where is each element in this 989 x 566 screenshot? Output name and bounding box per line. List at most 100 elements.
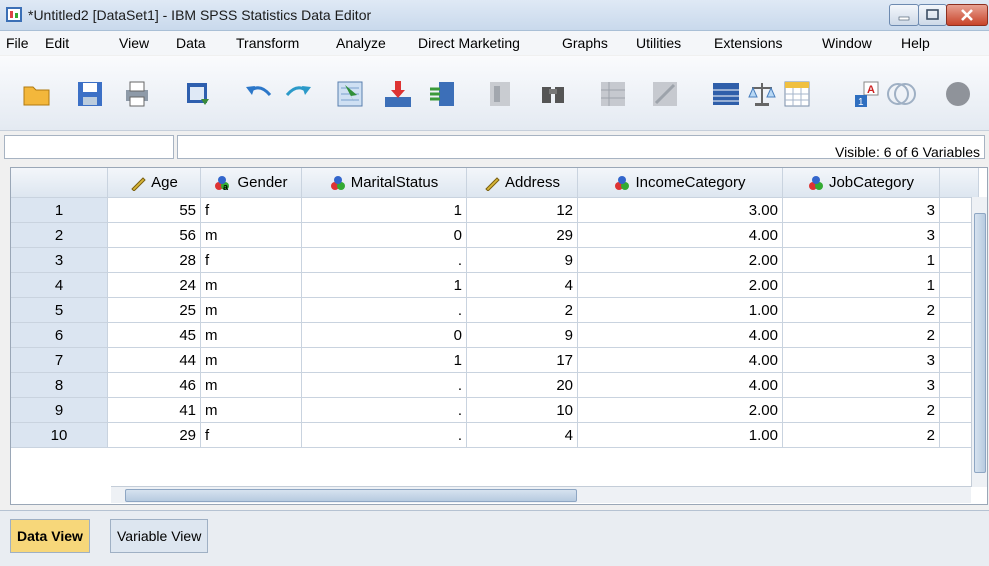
open-folder-icon[interactable]	[22, 79, 52, 109]
menu-transform[interactable]: Transform	[236, 35, 299, 51]
menu-data[interactable]: Data	[176, 35, 206, 51]
data-cell[interactable]: 12	[466, 197, 578, 223]
data-cell[interactable]: 2	[782, 422, 940, 448]
data-cell[interactable]: 2	[782, 322, 940, 348]
data-cell[interactable]: 2.00	[577, 247, 783, 273]
menu-analyze[interactable]: Analyze	[336, 35, 386, 51]
data-cell[interactable]: 3.00	[577, 197, 783, 223]
data-cell[interactable]: m	[200, 397, 302, 423]
tab-variable-view[interactable]: Variable View	[110, 519, 209, 553]
row-header[interactable]: 7	[11, 347, 108, 373]
data-cell[interactable]: 45	[107, 322, 201, 348]
row-header[interactable]: 3	[11, 247, 108, 273]
data-cell[interactable]: 4.00	[577, 222, 783, 248]
data-cell[interactable]: 2.00	[577, 272, 783, 298]
horizontal-scroll-thumb[interactable]	[125, 489, 577, 502]
row-header[interactable]: 2	[11, 222, 108, 248]
data-cell[interactable]: 2	[466, 297, 578, 323]
data-cell[interactable]: 4	[466, 272, 578, 298]
data-cell[interactable]: f	[200, 247, 302, 273]
variables-icon[interactable]	[427, 79, 457, 109]
select-cases-icon[interactable]	[782, 79, 812, 109]
data-cell[interactable]: 1	[301, 272, 467, 298]
data-cell[interactable]: 2	[782, 397, 940, 423]
print-icon[interactable]	[122, 79, 152, 109]
data-cell[interactable]: f	[200, 422, 302, 448]
data-cell[interactable]: m	[200, 297, 302, 323]
maximize-button[interactable]	[918, 4, 947, 26]
horizontal-scrollbar[interactable]	[111, 486, 971, 503]
menu-utilities[interactable]: Utilities	[636, 35, 681, 51]
menu-graphs[interactable]: Graphs	[562, 35, 608, 51]
menu-edit[interactable]: Edit	[45, 35, 69, 51]
data-cell[interactable]: 20	[466, 372, 578, 398]
minimize-button[interactable]	[889, 4, 919, 26]
data-cell[interactable]: 4.00	[577, 347, 783, 373]
menu-direct-marketing[interactable]: Direct Marketing	[418, 35, 520, 51]
data-cell[interactable]: 1.00	[577, 297, 783, 323]
split-file-icon[interactable]	[711, 79, 741, 109]
data-cell[interactable]: m	[200, 372, 302, 398]
data-cell[interactable]: 0	[301, 222, 467, 248]
menu-view[interactable]: View	[119, 35, 149, 51]
data-cell[interactable]: 4	[466, 422, 578, 448]
data-cell[interactable]: 24	[107, 272, 201, 298]
data-cell[interactable]: 4.00	[577, 322, 783, 348]
column-header-address[interactable]: Address	[466, 168, 578, 198]
data-cell[interactable]: 29	[107, 422, 201, 448]
data-cell[interactable]: m	[200, 222, 302, 248]
data-cell[interactable]: .	[301, 247, 467, 273]
row-header[interactable]: 5	[11, 297, 108, 323]
value-labels-icon[interactable]: A1	[852, 79, 882, 109]
data-cell[interactable]: 25	[107, 297, 201, 323]
weight-cases-icon[interactable]	[747, 79, 777, 109]
use-variable-sets-icon[interactable]	[886, 79, 916, 109]
data-cell[interactable]: m	[200, 347, 302, 373]
data-cell[interactable]: 3	[782, 347, 940, 373]
row-header[interactable]: 10	[11, 422, 108, 448]
vertical-scrollbar[interactable]	[971, 197, 987, 487]
row-header[interactable]: 1	[11, 197, 108, 223]
menu-window[interactable]: Window	[822, 35, 872, 51]
data-cell[interactable]: 3	[782, 197, 940, 223]
data-cell[interactable]: 17	[466, 347, 578, 373]
cell-value-field[interactable]: Visible: 6 of 6 Variables	[177, 135, 985, 160]
row-header[interactable]: 6	[11, 322, 108, 348]
data-cell[interactable]: .	[301, 397, 467, 423]
undo-icon[interactable]	[244, 79, 274, 109]
data-cell[interactable]: .	[301, 372, 467, 398]
column-header-var[interactable]	[939, 168, 979, 198]
corner-header[interactable]	[11, 168, 108, 198]
data-cell[interactable]: 55	[107, 197, 201, 223]
save-icon[interactable]	[75, 79, 105, 109]
data-cell[interactable]: .	[301, 297, 467, 323]
find-binoculars-icon[interactable]	[538, 79, 568, 109]
data-cell[interactable]: m	[200, 322, 302, 348]
data-cell[interactable]: 9	[466, 247, 578, 273]
close-button[interactable]	[946, 4, 988, 26]
data-cell[interactable]: 1.00	[577, 422, 783, 448]
column-header-maritalstatus[interactable]: MaritalStatus	[301, 168, 467, 198]
data-cell[interactable]: 1	[782, 247, 940, 273]
data-cell[interactable]: 1	[301, 197, 467, 223]
menu-help[interactable]: Help	[901, 35, 930, 51]
goto-case-icon[interactable]	[335, 79, 365, 109]
data-cell[interactable]: 2	[782, 297, 940, 323]
show-all-variables-icon[interactable]	[944, 79, 974, 109]
data-cell[interactable]: 3	[782, 222, 940, 248]
data-cell[interactable]: m	[200, 272, 302, 298]
menu-extensions[interactable]: Extensions	[714, 35, 782, 51]
data-cell[interactable]: 1	[301, 347, 467, 373]
data-cell[interactable]: 28	[107, 247, 201, 273]
data-cell[interactable]: 1	[782, 272, 940, 298]
column-header-gender[interactable]: a Gender	[200, 168, 302, 198]
menu-file[interactable]: File	[6, 35, 29, 51]
data-cell[interactable]: 3	[782, 372, 940, 398]
dialog-recall-icon[interactable]	[183, 79, 213, 109]
data-cell[interactable]: 9	[466, 322, 578, 348]
row-header[interactable]: 9	[11, 397, 108, 423]
data-cell[interactable]: 41	[107, 397, 201, 423]
vertical-scroll-thumb[interactable]	[974, 213, 986, 473]
column-header-age[interactable]: Age	[107, 168, 201, 198]
data-cell[interactable]: 44	[107, 347, 201, 373]
